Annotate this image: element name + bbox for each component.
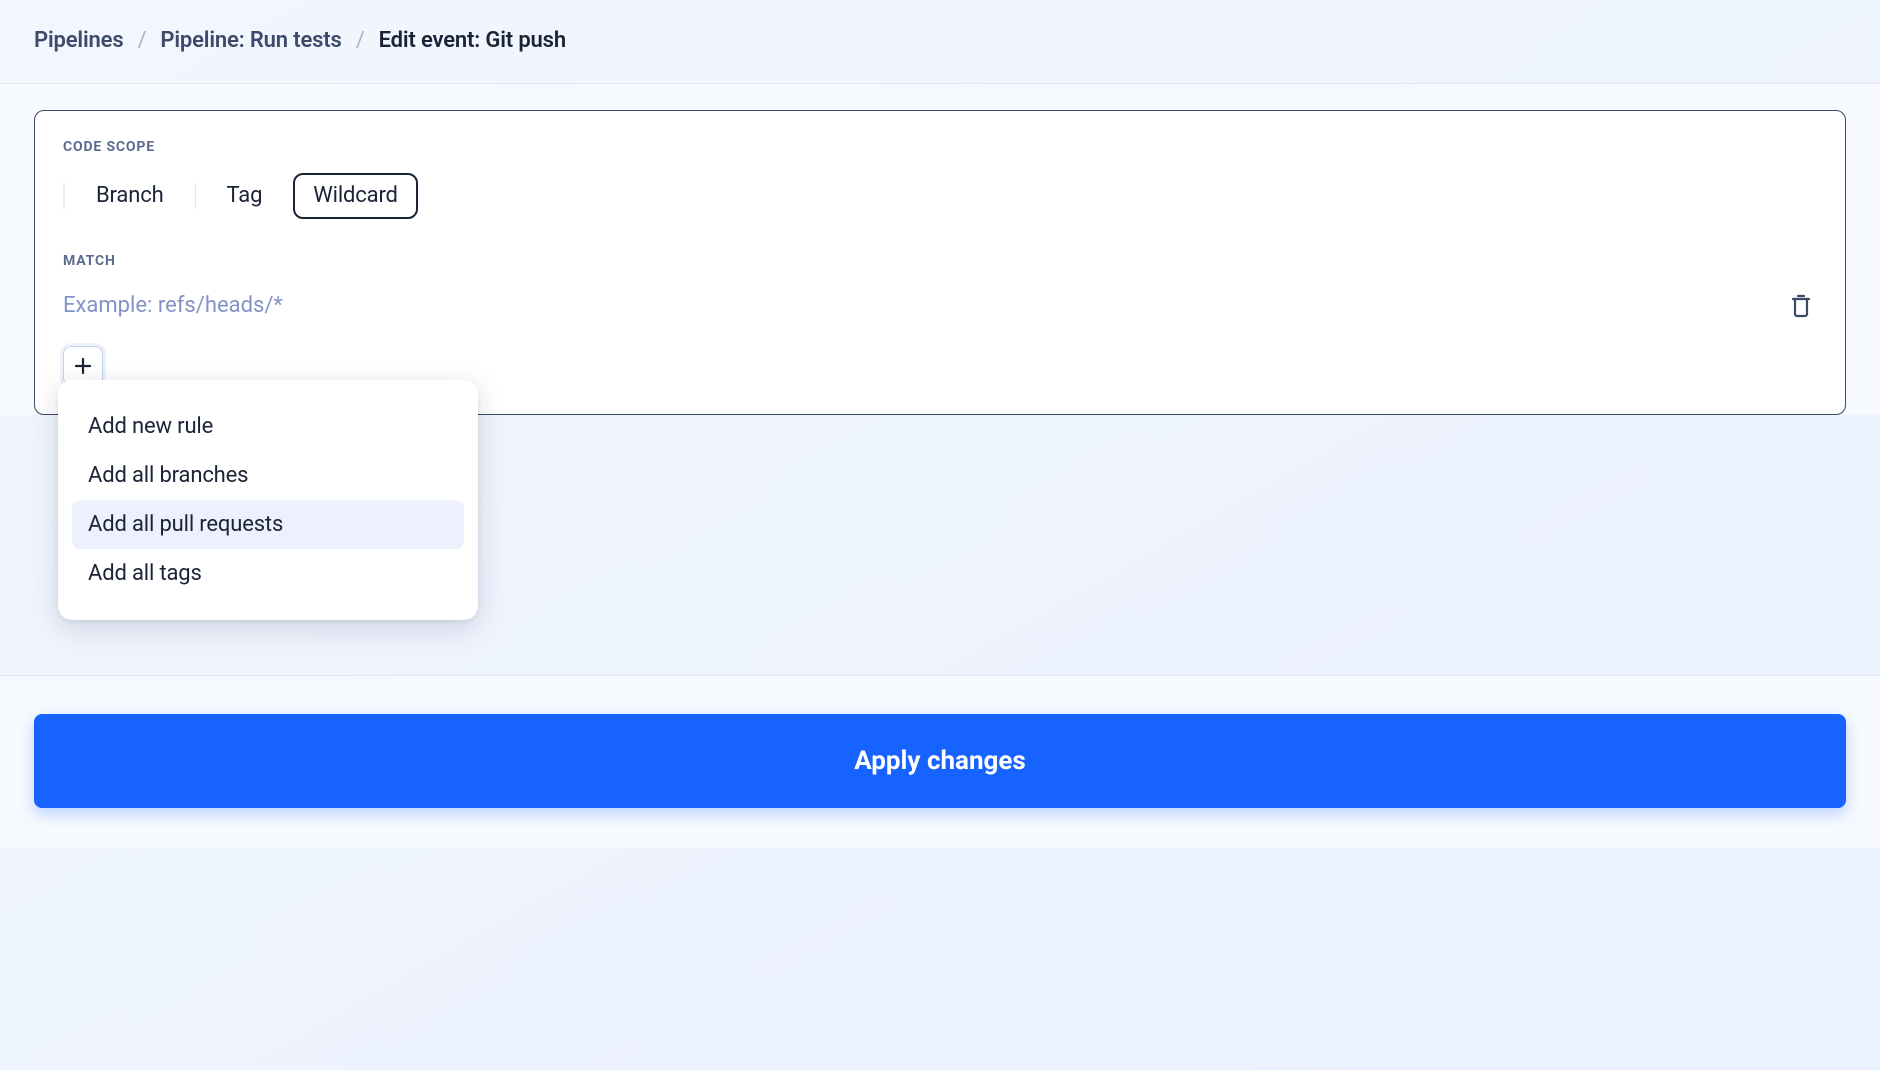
tab-divider-icon — [195, 183, 196, 209]
match-row — [63, 287, 1817, 324]
trash-icon — [1789, 293, 1813, 319]
tab-wildcard[interactable]: Wildcard — [293, 173, 418, 219]
config-panel: CODE SCOPE Branch Tag Wildcard MATCH — [34, 110, 1846, 415]
breadcrumb-sep-icon: / — [356, 28, 365, 53]
code-scope-tabs: Branch Tag Wildcard — [63, 173, 1817, 219]
add-rule-dropdown: Add new rule Add all branches Add all pu… — [58, 380, 478, 620]
breadcrumb-sep-icon: / — [137, 28, 146, 53]
breadcrumb-link-pipeline-run-tests[interactable]: Pipeline: Run tests — [160, 28, 341, 53]
tab-leading-divider-icon — [63, 182, 65, 210]
delete-rule-button[interactable] — [1785, 289, 1817, 323]
match-input[interactable] — [63, 287, 1769, 324]
apply-changes-button[interactable]: Apply changes — [34, 714, 1846, 808]
breadcrumb-bar: Pipelines / Pipeline: Run tests / Edit e… — [0, 0, 1880, 83]
plus-icon — [74, 357, 92, 375]
tab-tag[interactable]: Tag — [212, 176, 278, 216]
dropdown-item-add-all-pull-requests[interactable]: Add all pull requests — [72, 500, 464, 549]
match-label: MATCH — [63, 253, 1817, 269]
code-scope-label: CODE SCOPE — [63, 139, 1817, 155]
main-area: CODE SCOPE Branch Tag Wildcard MATCH — [0, 83, 1880, 415]
breadcrumb-link-pipelines[interactable]: Pipelines — [34, 28, 123, 53]
breadcrumb-current: Edit event: Git push — [379, 28, 566, 53]
tab-branch[interactable]: Branch — [81, 176, 179, 216]
footer-bar: Apply changes — [0, 675, 1880, 848]
dropdown-item-add-all-branches[interactable]: Add all branches — [72, 451, 464, 500]
breadcrumb: Pipelines / Pipeline: Run tests / Edit e… — [34, 28, 1846, 53]
dropdown-item-add-new-rule[interactable]: Add new rule — [72, 402, 464, 451]
dropdown-item-add-all-tags[interactable]: Add all tags — [72, 549, 464, 598]
